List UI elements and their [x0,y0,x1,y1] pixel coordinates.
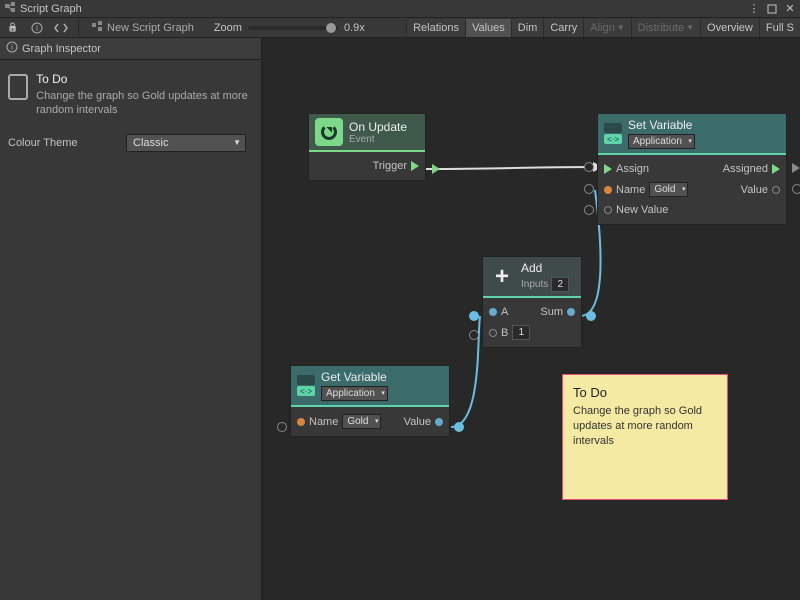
window-titlebar: Script Graph ⋮ ✕ [0,0,800,18]
window-menu-icon[interactable]: ⋮ [748,3,760,15]
flow-out-port[interactable] [772,164,780,174]
inspector-header: i Graph Inspector [0,38,261,60]
node-title: On Update [349,120,407,134]
sticky-note-icon [8,74,28,100]
info-circle-icon: i [6,41,18,56]
zoom-value: 0.9x [344,22,365,34]
data-out-port[interactable] [435,418,443,426]
lock-icon[interactable] [4,20,22,36]
node-get-variable[interactable]: <·> Get Variable Application▾ NameGold▾ … [290,365,450,437]
graph-inspector-panel: i Graph Inspector To Do Change the graph… [0,38,262,600]
zoom-label: Zoom [214,22,242,34]
external-port[interactable] [584,205,594,215]
node-on-update[interactable]: On Update Event Trigger [308,113,426,181]
scope-dropdown[interactable]: Application▾ [628,134,695,149]
node-subtitle: Event [349,134,407,145]
node-add[interactable]: + Add Inputs A Sum B [482,256,582,348]
flow-port-external[interactable] [432,164,440,174]
external-port[interactable] [584,162,594,172]
scope-dropdown[interactable]: Application▾ [321,386,388,401]
distribute-button[interactable]: Distribute▼ [631,19,700,37]
new-value-label: New Value [616,204,668,216]
value-label: Value [741,184,768,196]
sticky-title: To Do [573,385,717,400]
flow-out-port[interactable] [411,161,419,171]
data-in-port[interactable] [297,418,305,426]
data-in-port[interactable] [604,186,612,194]
breadcrumb[interactable]: New Script Graph [107,22,194,34]
name-label: Name [309,416,338,428]
external-port[interactable] [586,311,596,321]
external-port[interactable] [469,311,479,321]
data-in-port[interactable] [489,308,497,316]
node-type-icon: <·> [604,123,622,144]
colour-theme-dropdown[interactable]: Classic▼ [126,134,246,152]
sticky-body: Change the graph so Gold updates at more… [573,404,717,449]
external-port[interactable] [792,184,800,194]
fullscreen-button[interactable]: Full S [759,19,800,37]
trigger-port-label: Trigger [373,160,407,172]
plus-icon: + [489,264,515,290]
inspector-todo-card: To Do Change the graph so Gold updates a… [8,68,253,122]
code-icon[interactable] [52,20,70,36]
dim-button[interactable]: Dim [511,19,544,37]
data-in-port[interactable] [604,206,612,214]
name-label: Name [616,184,645,196]
align-button[interactable]: Align▼ [583,19,630,37]
window-restore-icon[interactable] [766,3,778,15]
external-port[interactable] [277,422,287,432]
name-dropdown[interactable]: Gold▾ [649,182,688,197]
svg-text:i: i [11,43,13,52]
todo-title: To Do [36,72,253,86]
inputs-label: Inputs [521,279,548,290]
node-type-icon: <·> [297,375,315,396]
graph-canvas[interactable]: On Update Event Trigger <· [262,38,800,600]
window-close-icon[interactable]: ✕ [784,3,796,15]
flow-in-port[interactable] [604,164,612,174]
data-out-port[interactable] [567,308,575,316]
graph-tab-icon [4,1,16,16]
node-set-variable[interactable]: <·> Set Variable Application▾ Assign Ass… [597,113,787,225]
external-port[interactable] [469,330,479,340]
sum-label: Sum [540,306,563,318]
inspector-title: Graph Inspector [22,43,101,55]
colour-theme-label: Colour Theme [8,137,118,149]
carry-button[interactable]: Carry [543,19,583,37]
data-out-port[interactable] [772,186,780,194]
overview-button[interactable]: Overview [700,19,759,37]
b-value-field[interactable] [512,325,530,340]
node-title: Add [521,261,569,275]
loop-icon [315,118,343,146]
b-label: B [501,327,508,339]
name-dropdown[interactable]: Gold▾ [342,414,381,429]
external-port[interactable] [584,184,594,194]
values-button[interactable]: Values [465,19,511,37]
relations-button[interactable]: Relations [406,19,465,37]
a-label: A [501,306,508,318]
node-title: Set Variable [628,118,695,132]
sticky-note[interactable]: To Do Change the graph so Gold updates a… [562,374,728,500]
external-port[interactable] [454,422,464,432]
value-label: Value [404,416,431,428]
assigned-label: Assigned [723,163,768,175]
todo-description: Change the graph so Gold updates at more… [36,89,253,118]
zoom-slider[interactable] [248,26,338,30]
toolbar: i New Script Graph Zoom 0.9x Relations V… [0,18,800,38]
svg-text:i: i [36,24,38,33]
window-title: Script Graph [20,3,82,15]
inputs-count-field[interactable] [551,277,569,292]
assign-label: Assign [616,163,649,175]
flow-port-external[interactable] [792,163,800,173]
node-title: Get Variable [321,370,388,384]
data-in-port[interactable] [489,329,497,337]
breadcrumb-graph-icon [91,20,103,35]
info-icon[interactable]: i [28,20,46,36]
